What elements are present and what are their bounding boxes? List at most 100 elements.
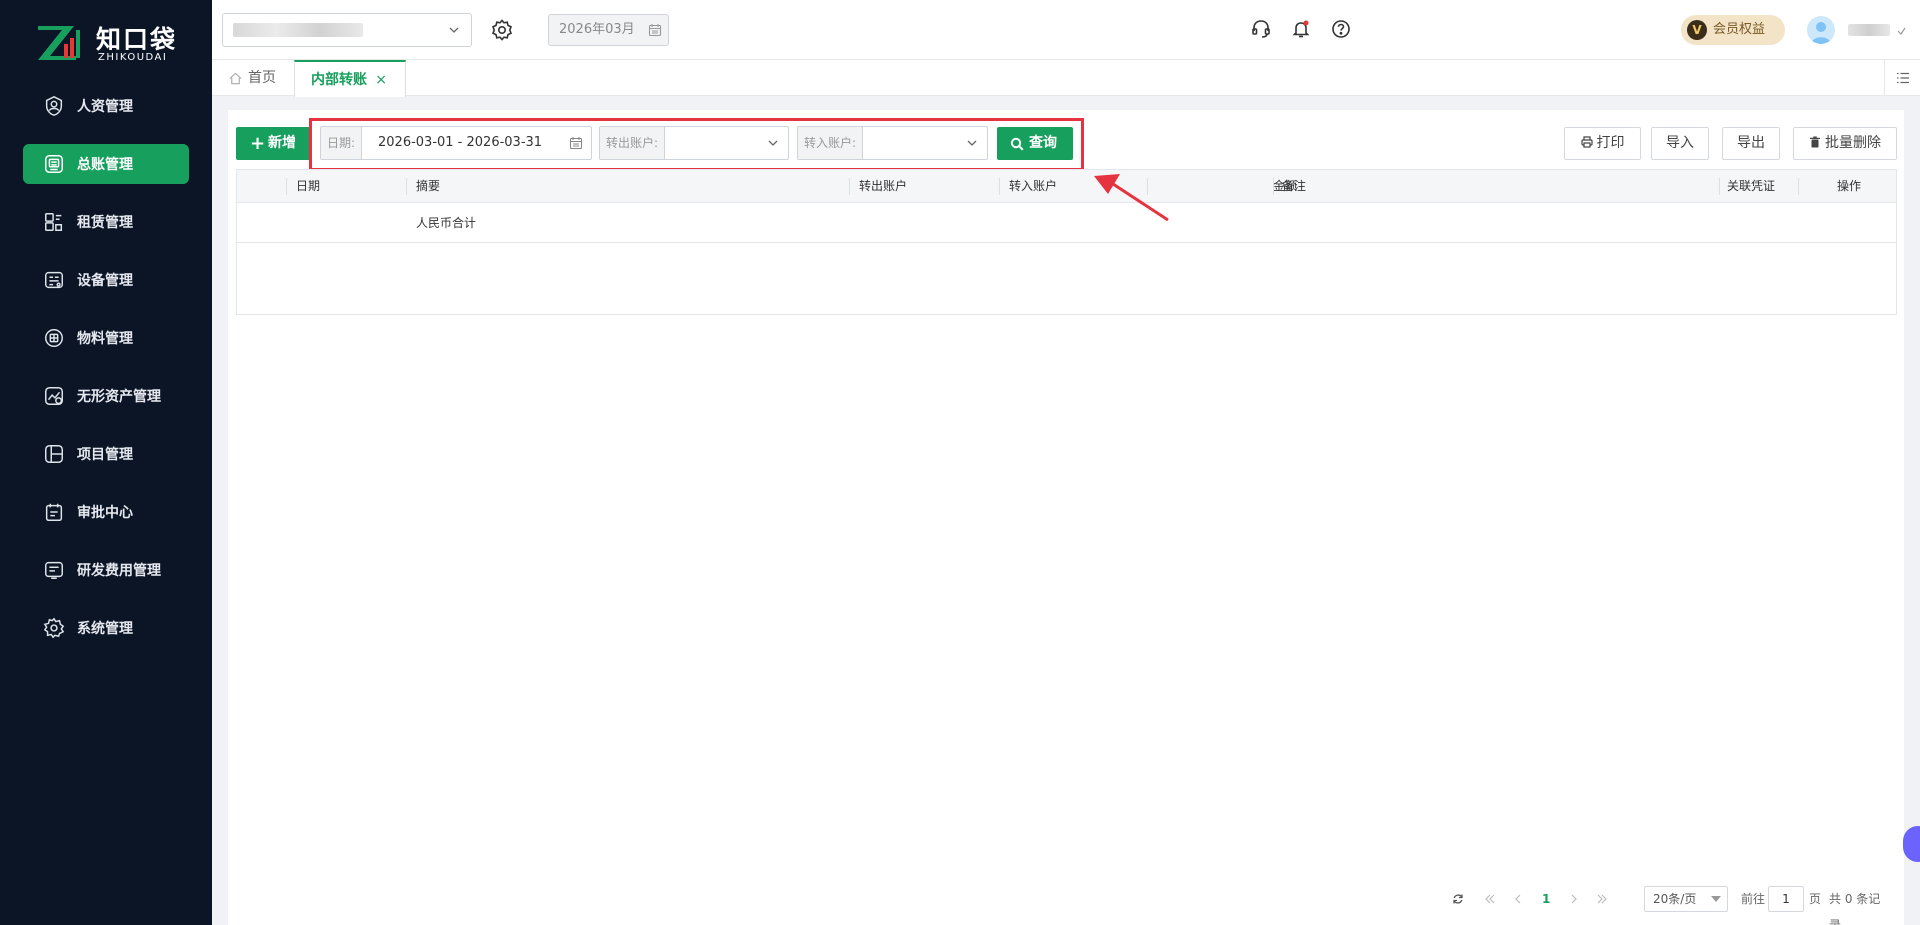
- export-button[interactable]: 导出: [1722, 127, 1780, 160]
- col-date[interactable]: 日期: [296, 170, 320, 202]
- chevron-down-icon[interactable]: [1896, 25, 1906, 35]
- column-divider: [849, 178, 850, 195]
- brand-logo: 知口袋 ZHIKOUDAI: [36, 18, 186, 68]
- out-account-label: 转出账户:: [600, 127, 666, 159]
- list-icon: [1897, 72, 1909, 84]
- vip-badge-icon: V: [1687, 20, 1707, 40]
- next-page-icon[interactable]: [1568, 886, 1580, 912]
- sidebar-item-intangible-assets[interactable]: 无形资产管理: [23, 376, 189, 416]
- total-records: 共 0 条记录: [1829, 892, 1881, 925]
- col-out-account[interactable]: 转出账户: [859, 170, 907, 202]
- user-name-redacted[interactable]: [1848, 24, 1890, 36]
- material-icon: [43, 327, 65, 349]
- print-label: 打印: [1596, 135, 1625, 151]
- column-divider: [1719, 178, 1720, 195]
- tab-menu-button[interactable]: [1884, 60, 1920, 96]
- member-benefits-button[interactable]: V 会员权益: [1681, 15, 1785, 45]
- calendar-icon: [569, 137, 583, 150]
- avatar[interactable]: [1807, 16, 1835, 44]
- sidebar-nav: 人资管理 总账管理 租赁管理 设备管理 物料管理 无形资产管理 项目管理 审批中…: [0, 86, 212, 666]
- approval-icon: [43, 501, 65, 523]
- annotation-arrow-icon: [1094, 174, 1169, 222]
- date-label: 日期:: [321, 127, 363, 159]
- transfer-table: 日期 摘要 转出账户 转入账户 金额 备注 关联凭证 操作 人民币合计: [236, 169, 1897, 315]
- gear-icon[interactable]: [490, 18, 514, 42]
- col-summary[interactable]: 摘要: [416, 170, 440, 202]
- out-account-select[interactable]: 转出账户:: [599, 126, 789, 160]
- table-header: 日期 摘要 转出账户 转入账户 金额 备注 关联凭证 操作: [237, 170, 1896, 203]
- brand-name: 知口袋: [96, 25, 178, 54]
- total-summary: 人民币合计: [416, 216, 477, 230]
- tab-home-label: 首页: [248, 70, 276, 86]
- sidebar-item-device[interactable]: 设备管理: [23, 260, 189, 300]
- sidebar-item-rd-expense[interactable]: 研发费用管理: [23, 550, 189, 590]
- brand-subtitle: ZHIKOUDAI: [98, 52, 168, 63]
- first-page-icon[interactable]: [1484, 886, 1496, 912]
- ledger-icon: [43, 153, 65, 175]
- batch-delete-label: 批量删除: [1825, 135, 1881, 151]
- batch-delete-button[interactable]: 批量删除: [1793, 127, 1897, 160]
- col-in-account[interactable]: 转入账户: [1009, 170, 1057, 202]
- sidebar-item-label: 审批中心: [77, 505, 133, 521]
- goto-label: 前往: [1741, 892, 1766, 906]
- top-header: 2026年03月 V 会员权益: [212, 0, 1920, 60]
- chat-widget-icon[interactable]: [1903, 826, 1920, 862]
- caret-down-icon: [1711, 896, 1721, 902]
- page-size-select[interactable]: 20条/页: [1644, 886, 1728, 912]
- print-button[interactable]: 打印: [1564, 127, 1641, 160]
- plus-icon: +: [250, 133, 266, 154]
- sidebar-item-ledger[interactable]: 总账管理: [23, 144, 189, 184]
- close-icon[interactable]: ×: [375, 62, 387, 98]
- user-avatar-icon: [1811, 22, 1831, 44]
- refresh-icon[interactable]: [1452, 886, 1464, 912]
- chevron-down-icon: [449, 27, 459, 33]
- query-button[interactable]: 查询: [997, 127, 1073, 160]
- export-label: 导出: [1737, 135, 1765, 151]
- pagination: 1 20条/页 前往 1 页 共 0 条记录: [1452, 886, 1892, 925]
- bell-icon[interactable]: [1290, 18, 1312, 40]
- prev-page-icon[interactable]: [1512, 886, 1524, 912]
- import-label: 导入: [1666, 135, 1694, 151]
- col-action[interactable]: 操作: [1837, 170, 1861, 202]
- in-account-select[interactable]: 转入账户:: [797, 126, 988, 160]
- column-divider: [1273, 178, 1274, 195]
- col-remark[interactable]: 备注: [1282, 170, 1306, 202]
- company-select[interactable]: [222, 13, 472, 47]
- tab-home[interactable]: 首页: [228, 60, 276, 96]
- sidebar-item-label: 项目管理: [77, 447, 133, 463]
- last-page-icon[interactable]: [1596, 886, 1608, 912]
- sidebar-item-approval[interactable]: 审批中心: [23, 492, 189, 532]
- chevron-down-icon: [768, 140, 778, 146]
- headset-icon[interactable]: [1250, 18, 1272, 40]
- goto-page-input[interactable]: 1: [1768, 886, 1804, 912]
- page-unit-label: 页: [1809, 892, 1822, 906]
- sidebar-item-system[interactable]: 系统管理: [23, 608, 189, 648]
- printer-icon: [1580, 136, 1593, 148]
- sidebar-item-material[interactable]: 物料管理: [23, 318, 189, 358]
- table-total-row: 人民币合计: [237, 203, 1896, 243]
- main-content: + 新增 日期: 2026-03-01 - 2026-03-31 转出账户: 转…: [228, 110, 1904, 925]
- member-benefits-label: 会员权益: [1713, 22, 1766, 37]
- column-divider: [999, 178, 1000, 195]
- date-range-field[interactable]: 日期: 2026-03-01 - 2026-03-31: [320, 126, 592, 160]
- device-icon: [43, 269, 65, 291]
- sidebar-item-hr[interactable]: 人资管理: [23, 86, 189, 126]
- date-range-value: 2026-03-01 - 2026-03-31: [378, 135, 543, 150]
- tab-internal-transfer[interactable]: 内部转账 ×: [294, 60, 406, 97]
- sidebar-item-project[interactable]: 项目管理: [23, 434, 189, 474]
- col-voucher[interactable]: 关联凭证: [1727, 170, 1775, 202]
- page-current[interactable]: 1: [1542, 886, 1550, 912]
- sidebar-item-lease[interactable]: 租赁管理: [23, 202, 189, 242]
- help-icon[interactable]: [1330, 18, 1352, 40]
- column-divider: [286, 178, 287, 195]
- trash-icon: [1810, 136, 1820, 148]
- search-icon: [1010, 137, 1024, 151]
- add-button[interactable]: + 新增: [236, 127, 312, 160]
- project-icon: [43, 443, 65, 465]
- sidebar-item-label: 研发费用管理: [77, 563, 161, 579]
- import-button[interactable]: 导入: [1651, 127, 1709, 160]
- period-picker[interactable]: 2026年03月: [548, 14, 669, 46]
- settings-icon: [43, 617, 65, 639]
- calendar-icon: [648, 24, 662, 37]
- column-divider: [406, 178, 407, 195]
